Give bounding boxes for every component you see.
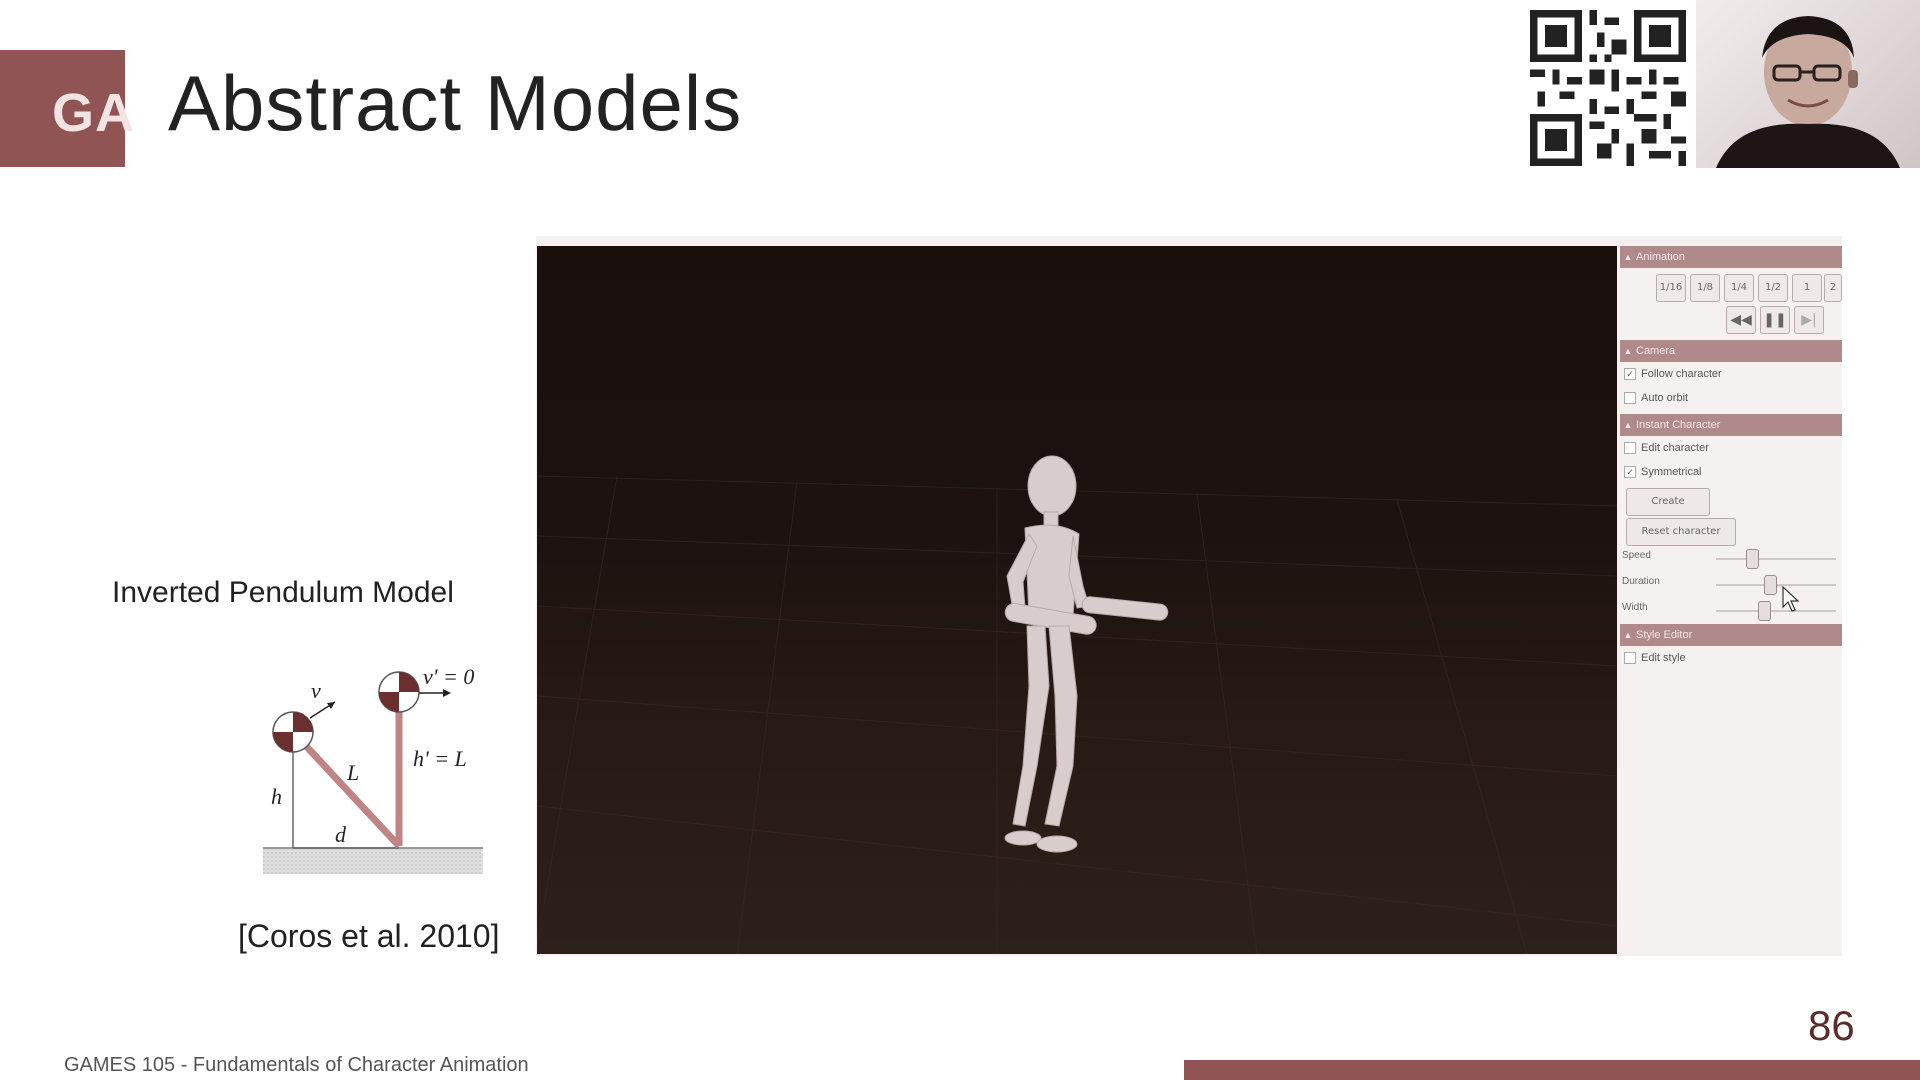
symmetrical-label: Symmetrical (1641, 466, 1702, 478)
width-slider-label: Width (1622, 602, 1648, 613)
edit-character-label: Edit character (1641, 442, 1709, 454)
speed-1-8-button[interactable]: 1/8 (1690, 274, 1720, 302)
duration-slider-thumb[interactable] (1764, 575, 1777, 595)
speed-slider-label: Speed (1622, 550, 1651, 561)
section-style-editor[interactable]: ▲ Style Editor (1620, 624, 1842, 646)
section-instant-character[interactable]: ▲ Instant Character (1620, 414, 1842, 436)
label-h: h (271, 784, 282, 809)
checkbox-checked-icon: ✓ (1624, 466, 1636, 479)
pause-icon[interactable]: ❚❚ (1760, 306, 1790, 334)
checkbox-unchecked-icon (1624, 442, 1636, 455)
mouse-cursor-icon (1782, 586, 1800, 612)
speed-1-16-button[interactable]: 1/16 (1656, 274, 1686, 302)
checkbox-checked-icon: ✓ (1624, 368, 1636, 381)
pendulum-label: Inverted Pendulum Model (112, 576, 454, 609)
presenter-webcam (1696, 0, 1920, 168)
follow-character-checkbox[interactable]: ✓ Follow character (1624, 364, 1722, 384)
3d-viewport[interactable] (537, 246, 1617, 954)
slide-title: Abstract Models (168, 59, 743, 147)
speed-1-2-button[interactable]: 1/2 (1758, 274, 1788, 302)
footer-accent-bar (1184, 1060, 1920, 1080)
edit-character-checkbox[interactable]: Edit character (1624, 438, 1709, 458)
qr-code (1530, 10, 1686, 166)
section-instant-character-label: Instant Character (1636, 419, 1721, 431)
section-animation[interactable]: ▲ Animation (1620, 246, 1842, 268)
section-camera-label: Camera (1636, 345, 1676, 357)
step-icon[interactable]: ▶| (1794, 306, 1824, 334)
width-slider-track[interactable] (1716, 610, 1836, 612)
rewind-icon[interactable]: ◀◀ (1726, 306, 1756, 334)
speed-slider-track[interactable] (1716, 558, 1836, 560)
collapse-icon: ▲ (1623, 420, 1633, 430)
section-camera[interactable]: ▲ Camera (1620, 340, 1842, 362)
label-L: L (346, 760, 359, 785)
checkbox-unchecked-icon (1624, 392, 1636, 405)
page-number: 86 (1808, 1002, 1855, 1049)
footer-course-title: GAMES 105 - Fundamentals of Character An… (64, 1054, 529, 1076)
section-animation-label: Animation (1636, 251, 1685, 263)
speed-2-button[interactable]: 2 (1824, 274, 1842, 302)
label-v: v (311, 678, 321, 703)
speed-1-4-button[interactable]: 1/4 (1724, 274, 1754, 302)
ground (263, 848, 483, 874)
character-model (1004, 455, 1169, 853)
speed-1-button[interactable]: 1 (1792, 274, 1822, 302)
duration-slider-label: Duration (1622, 576, 1660, 587)
auto-orbit-label: Auto orbit (1641, 392, 1689, 404)
follow-character-label: Follow character (1641, 368, 1722, 380)
reset-character-button[interactable]: Reset character (1626, 518, 1736, 546)
label-v-prime: v' = 0 (423, 664, 474, 689)
edit-style-checkbox[interactable]: Edit style (1624, 648, 1686, 668)
create-button[interactable]: Create (1626, 488, 1710, 516)
auto-orbit-checkbox[interactable]: Auto orbit (1624, 388, 1688, 408)
width-slider-thumb[interactable] (1758, 601, 1771, 621)
symmetrical-checkbox[interactable]: ✓ Symmetrical (1624, 462, 1702, 482)
speed-slider-thumb[interactable] (1746, 549, 1759, 569)
checkbox-unchecked-icon (1624, 652, 1636, 665)
inverted-pendulum-figure: v v' = 0 L h' = L h d (255, 660, 485, 880)
logo-text: GA (52, 83, 135, 143)
collapse-icon: ▲ (1623, 346, 1633, 356)
collapse-icon: ▲ (1623, 630, 1633, 640)
label-h-prime: h' = L (413, 746, 467, 771)
section-style-editor-label: Style Editor (1636, 629, 1693, 641)
label-d: d (335, 822, 347, 847)
collapse-icon: ▲ (1623, 252, 1633, 262)
citation: [Coros et al. 2010] (238, 918, 500, 954)
side-panel: ▲ Animation 1/16 1/8 1/4 1/2 1 2 ◀◀ ❚❚ ▶|… (1620, 246, 1842, 954)
edit-style-label: Edit style (1641, 652, 1686, 664)
